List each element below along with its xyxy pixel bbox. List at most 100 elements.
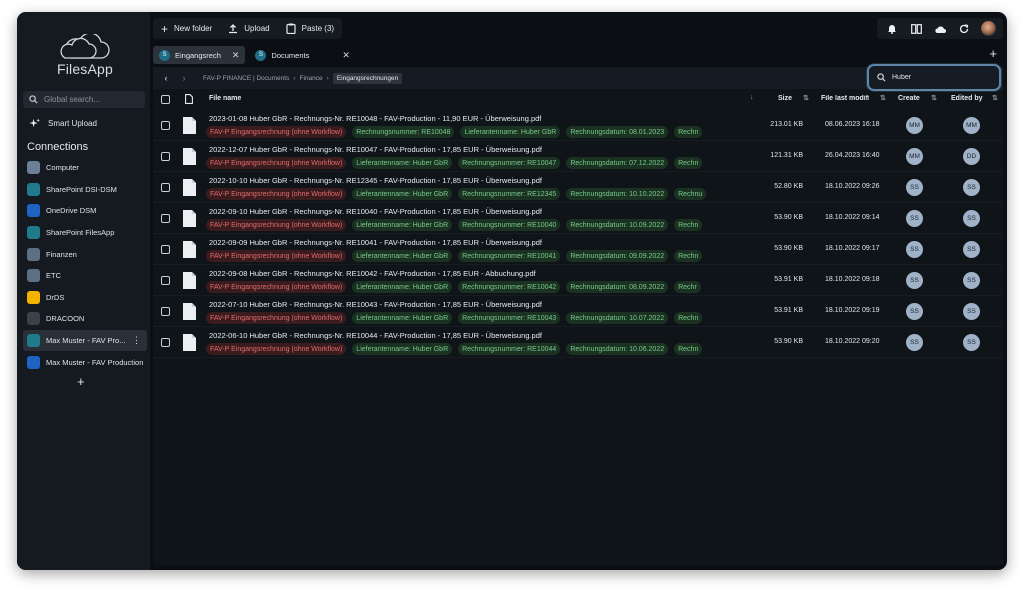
sidebar-item-connection[interactable]: Computer <box>23 157 147 179</box>
metadata-tag[interactable]: Rechnungsdatum: 10.06.2022 <box>566 343 669 355</box>
metadata-tag[interactable]: Lieferantenname: Huber GbR <box>352 219 453 231</box>
notifications-button[interactable] <box>881 18 903 39</box>
table-row[interactable]: 2022-09-10 Huber GbR - Rechnungs-Nr. RE1… <box>153 203 1003 234</box>
file-search[interactable] <box>867 64 1001 91</box>
select-all-checkbox[interactable] <box>161 95 170 104</box>
metadata-tag[interactable]: Lieferantenname: Huber GbR <box>352 312 453 324</box>
new-tab-button[interactable]: + <box>989 46 997 61</box>
metadata-tag[interactable]: Rechnungsdatum: 08.01.2023 <box>566 126 669 138</box>
metadata-tag[interactable]: Rechn <box>674 126 703 138</box>
metadata-tag[interactable]: FAV-P Eingangsrechnung (ohne Workflow) <box>206 157 347 169</box>
table-row[interactable]: 2022-07-10 Huber GbR - Rechnungs-Nr. RE1… <box>153 296 1003 327</box>
sidebar-item-connection[interactable]: DRACOON <box>23 308 147 330</box>
metadata-tag[interactable]: Rechnungsnummer: RE10048 <box>352 126 455 138</box>
global-search-input[interactable] <box>44 95 132 104</box>
sort-down-icon[interactable]: ↓ <box>750 94 754 101</box>
close-tab-icon[interactable]: ✕ <box>232 50 240 61</box>
breadcrumb-current[interactable]: Eingangsrechnungen <box>332 72 403 84</box>
metadata-tag[interactable]: FAV-P Eingangsrechnung (ohne Workflow) <box>206 343 347 355</box>
user-avatar-button[interactable] <box>977 18 999 39</box>
row-checkbox[interactable] <box>161 307 170 316</box>
column-header-edited[interactable]: Edited by <box>951 95 983 102</box>
metadata-tag[interactable]: Rechnungsnummer: RE10044 <box>458 343 561 355</box>
file-name[interactable]: 2023-01-08 Huber GbR - Rechnungs-Nr. RE1… <box>209 114 541 123</box>
metadata-tag[interactable]: Rechnungsnummer: RE10047 <box>458 157 561 169</box>
sort-icon[interactable]: ⇅ <box>880 94 886 102</box>
row-checkbox[interactable] <box>161 214 170 223</box>
sidebar-item-connection[interactable]: Finanzen <box>23 243 147 265</box>
table-row[interactable]: 2023-01-08 Huber GbR - Rechnungs-Nr. RE1… <box>153 110 1003 141</box>
breadcrumb-item[interactable]: FAV-P FINANCE | Documents <box>203 75 289 82</box>
sidebar-item-connection[interactable]: ETC <box>23 265 147 287</box>
add-connection-button[interactable]: + <box>77 374 85 389</box>
metadata-tag[interactable]: FAV-P Eingangsrechnung (ohne Workflow) <box>206 281 347 293</box>
table-row[interactable]: 2022-09-08 Huber GbR - Rechnungs-Nr. RE1… <box>153 265 1003 296</box>
row-checkbox[interactable] <box>161 121 170 130</box>
breadcrumb-item[interactable]: Finance <box>300 75 323 82</box>
tab-documents[interactable]: S Documents ✕ <box>249 46 356 64</box>
new-folder-button[interactable]: + New folder <box>153 18 220 39</box>
file-name[interactable]: 2022-09-10 Huber GbR - Rechnungs-Nr. RE1… <box>209 207 542 216</box>
back-arrow-icon[interactable]: ‹ <box>157 73 175 83</box>
metadata-tag[interactable]: Rechn <box>674 250 703 262</box>
metadata-tag[interactable]: Rechnungsdatum: 10.09.2022 <box>566 219 669 231</box>
sort-icon[interactable]: ⇅ <box>803 94 809 102</box>
table-row[interactable]: 2022-09-09 Huber GbR - Rechnungs-Nr. RE1… <box>153 234 1003 265</box>
metadata-tag[interactable]: Rechnungsnummer: RE12345 <box>458 188 561 200</box>
more-options-icon[interactable]: ⋮ <box>132 336 141 345</box>
metadata-tag[interactable]: Rechnungsnummer: RE10043 <box>458 312 561 324</box>
metadata-tag[interactable]: Lieferantenname: Huber GbR <box>352 157 453 169</box>
cloud-sync-button[interactable] <box>929 18 951 39</box>
table-row[interactable]: 2022-12-07 Huber GbR - Rechnungs-Nr. RE1… <box>153 141 1003 172</box>
metadata-tag[interactable]: Rechnungsdatum: 10.07.2022 <box>566 312 669 324</box>
metadata-tag[interactable]: Lieferantenname: Huber GbR <box>352 250 453 262</box>
refresh-button[interactable] <box>953 18 975 39</box>
tab-eingangsrechnungen[interactable]: S Eingangsrech ✕ <box>153 46 246 64</box>
column-header-size[interactable]: Size <box>778 95 792 102</box>
metadata-tag[interactable]: Rechr <box>674 281 701 293</box>
file-name[interactable]: 2022-09-09 Huber GbR - Rechnungs-Nr. RE1… <box>209 238 542 247</box>
sidebar-item-connection[interactable]: OneDrive DSM <box>23 200 147 222</box>
file-search-input[interactable] <box>892 74 992 81</box>
sidebar-item-connection[interactable]: DrDS <box>23 287 147 309</box>
row-checkbox[interactable] <box>161 183 170 192</box>
metadata-tag[interactable]: Lieferantenname: Huber GbR <box>352 343 453 355</box>
metadata-tag[interactable]: Rechn <box>674 219 703 231</box>
row-checkbox[interactable] <box>161 245 170 254</box>
sidebar-item-connection[interactable]: Max Muster - FAV Production <box>23 351 147 373</box>
metadata-tag[interactable]: FAV-P Eingangsrechnung (ohne Workflow) <box>206 250 347 262</box>
sidebar-item-connection[interactable]: SharePoint DSI-DSM <box>23 179 147 201</box>
metadata-tag[interactable]: Rechnungsdatum: 08.09.2022 <box>566 281 669 293</box>
file-name[interactable]: 2022-09-08 Huber GbR - Rechnungs-Nr. RE1… <box>209 269 536 278</box>
paste-button[interactable]: Paste (3) <box>278 18 342 39</box>
row-checkbox[interactable] <box>161 276 170 285</box>
metadata-tag[interactable]: Lieferantenname: Huber GbR <box>352 281 453 293</box>
sort-icon[interactable]: ⇅ <box>931 94 937 102</box>
file-name[interactable]: 2022-10-10 Huber GbR - Rechnungs-Nr. RE1… <box>209 176 542 185</box>
column-header-modified[interactable]: File last modifi <box>821 95 869 102</box>
sidebar-item-connection[interactable]: SharePoint FilesApp <box>23 222 147 244</box>
metadata-tag[interactable]: Rechnungsnummer: RE10040 <box>458 219 561 231</box>
metadata-tag[interactable]: Rechn <box>674 343 703 355</box>
upload-button[interactable]: Upload <box>220 18 277 39</box>
metadata-tag[interactable]: FAV-P Eingangsrechnung (ohne Workflow) <box>206 188 347 200</box>
metadata-tag[interactable]: Rechn <box>674 157 703 169</box>
sort-icon[interactable]: ⇅ <box>992 94 998 102</box>
split-view-button[interactable] <box>905 18 927 39</box>
smart-upload-button[interactable]: Smart Upload <box>29 118 97 129</box>
metadata-tag[interactable]: Rechnungsdatum: 10.10.2022 <box>566 188 669 200</box>
column-header-name[interactable]: File name <box>209 95 241 102</box>
metadata-tag[interactable]: FAV-P Eingangsrechnung (ohne Workflow) <box>206 312 347 324</box>
metadata-tag[interactable]: Rechn <box>674 312 703 324</box>
metadata-tag[interactable]: Rechnungsdatum: 09.09.2022 <box>566 250 669 262</box>
table-row[interactable]: 2022-06-10 Huber GbR - Rechnungs-Nr. RE1… <box>153 327 1003 358</box>
file-name[interactable]: 2022-06-10 Huber GbR - Rechnungs-Nr. RE1… <box>209 331 542 340</box>
file-name[interactable]: 2022-12-07 Huber GbR - Rechnungs-Nr. RE1… <box>209 145 542 154</box>
metadata-tag[interactable]: FAV-P Eingangsrechnung (ohne Workflow) <box>206 219 347 231</box>
metadata-tag[interactable]: Rechnu <box>674 188 707 200</box>
global-search[interactable] <box>23 91 145 108</box>
file-name[interactable]: 2022-07-10 Huber GbR - Rechnungs-Nr. RE1… <box>209 300 542 309</box>
metadata-tag[interactable]: Rechnungsdatum: 07.12.2022 <box>566 157 669 169</box>
forward-arrow-icon[interactable]: › <box>175 73 193 83</box>
metadata-tag[interactable]: Lieferantenname: Huber GbR <box>460 126 561 138</box>
